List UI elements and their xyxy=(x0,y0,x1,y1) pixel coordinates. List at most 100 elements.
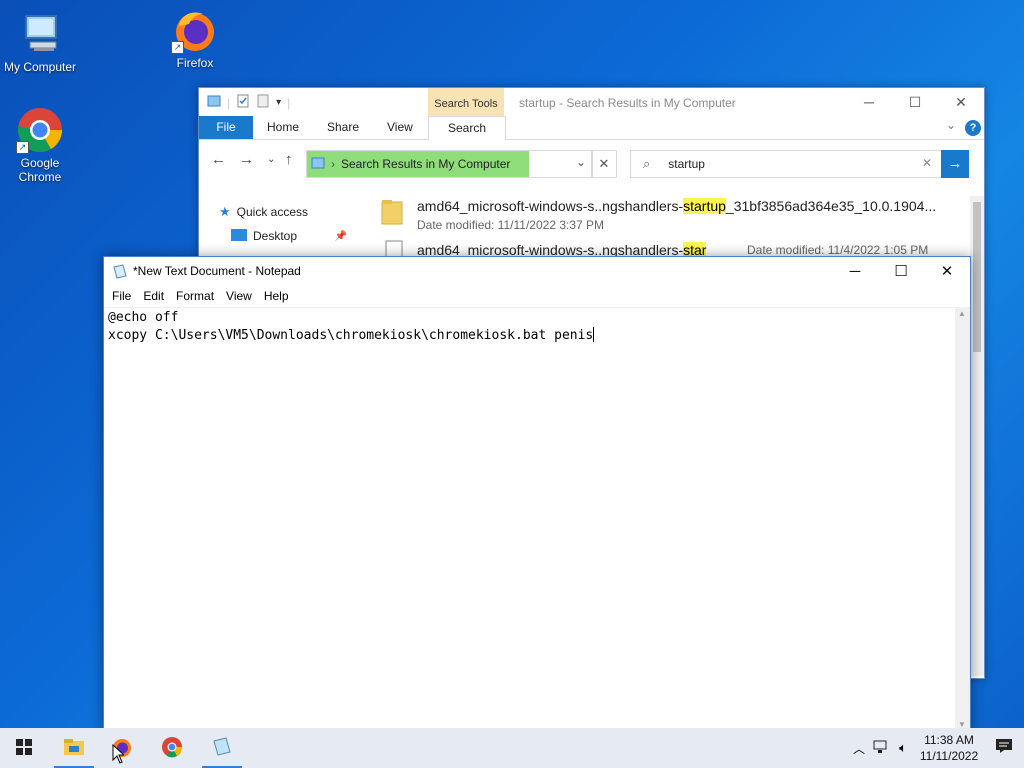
search-go-button[interactable]: → xyxy=(941,150,969,178)
up-arrow-icon[interactable]: ↑ xyxy=(285,151,293,168)
text-line: @echo off xyxy=(108,310,179,325)
back-arrow-icon[interactable]: ← xyxy=(211,151,226,168)
notepad-scrollbar[interactable]: ▲ ▼ xyxy=(955,307,970,731)
window-controls: ─ ☐ ✕ xyxy=(832,257,970,286)
nav-item-quick-access[interactable]: ★ Quick access xyxy=(219,200,369,224)
taskbar-chrome[interactable] xyxy=(148,728,196,768)
list-item[interactable]: amd64_microsoft-windows-s..ngshandlers-s… xyxy=(381,196,961,240)
result-date: Date modified: 11/11/2022 3:37 PM xyxy=(417,218,605,232)
separator: | xyxy=(287,95,291,110)
search-box[interactable]: ⌕ startup ✕ xyxy=(630,150,943,178)
tab-home[interactable]: Home xyxy=(255,116,311,139)
tab-file[interactable]: File xyxy=(199,116,253,139)
search-icon: ⌕ xyxy=(643,156,651,171)
notepad-icon xyxy=(211,736,233,760)
navigation-pane: ★ Quick access Desktop 📌 xyxy=(219,200,369,248)
notepad-menubar: File Edit Format View Help xyxy=(104,286,970,306)
notepad-window-title: *New Text Document - Notepad xyxy=(133,264,301,278)
address-dropdown-icon[interactable]: ⌄ xyxy=(576,155,586,169)
breadcrumb-chevron-icon: › xyxy=(331,157,335,171)
search-folder-icon xyxy=(311,156,325,173)
close-button[interactable]: ✕ xyxy=(924,257,970,286)
maximize-button[interactable]: ☐ xyxy=(878,257,924,286)
result-name: amd64_microsoft-windows-s..ngshandlers-s… xyxy=(417,198,937,214)
address-row: ← → ⌄ ↑ › Search Results in My Computer … xyxy=(199,140,984,180)
address-bar[interactable]: › Search Results in My Computer ⌄ xyxy=(306,150,593,178)
text-line: xcopy C:\Users\VM5\Downloads\chromekiosk… xyxy=(108,328,594,343)
taskbar-file-explorer[interactable] xyxy=(50,728,98,768)
help-icon[interactable]: ? xyxy=(965,120,981,136)
desktop-icon-google-chrome[interactable]: ↗ Google Chrome xyxy=(0,106,80,184)
nav-item-label: Desktop xyxy=(253,229,298,243)
nav-item-label: Quick access xyxy=(236,205,309,219)
tab-share[interactable]: Share xyxy=(315,116,371,139)
desktop-icon-firefox[interactable]: ↗ Firefox xyxy=(155,6,235,70)
scrollbar-thumb[interactable] xyxy=(973,202,981,352)
windows-logo-icon xyxy=(16,738,32,758)
folder-icon xyxy=(207,94,221,111)
maximize-button[interactable]: ☐ xyxy=(892,88,938,116)
recent-locations-icon[interactable]: ⌄ xyxy=(267,154,275,165)
collapse-ribbon-icon[interactable]: ⌄ xyxy=(946,118,956,132)
tab-search[interactable]: Search xyxy=(428,116,506,140)
mouse-cursor-icon xyxy=(112,743,126,767)
clock-time: 11:38 AM xyxy=(924,733,974,747)
clock[interactable]: 11:38 AM 11/11/2022 xyxy=(914,732,984,764)
properties-icon[interactable] xyxy=(236,94,250,111)
notifications-icon[interactable] xyxy=(984,738,1024,759)
clear-search-icon[interactable]: ✕ xyxy=(922,156,932,170)
close-button[interactable]: ✕ xyxy=(938,88,984,116)
start-button[interactable] xyxy=(0,728,48,768)
chrome-icon: ↗ xyxy=(16,106,64,154)
address-text: Search Results in My Computer xyxy=(341,157,511,171)
minimize-button[interactable]: ─ xyxy=(832,257,878,286)
notepad-icon xyxy=(112,264,128,283)
tab-view[interactable]: View xyxy=(375,116,425,139)
menu-edit[interactable]: Edit xyxy=(137,286,170,306)
clock-date: 11/11/2022 xyxy=(919,749,979,763)
notepad-text-area[interactable]: @echo off xcopy C:\Users\VM5\Downloads\ch… xyxy=(104,307,955,731)
stop-search-button[interactable]: ✕ xyxy=(591,150,617,178)
window-controls: ─ ☐ ✕ xyxy=(846,88,984,116)
qat-dropdown-icon[interactable]: ▾ xyxy=(276,97,281,108)
star-icon: ★ xyxy=(219,204,231,219)
explorer-scrollbar[interactable] xyxy=(970,196,984,676)
menu-file[interactable]: File xyxy=(106,286,137,306)
result-date: Date modified: 11/4/2022 1:05 PM xyxy=(747,243,929,257)
computer-icon xyxy=(16,10,64,58)
minimize-button[interactable]: ─ xyxy=(846,88,892,116)
menu-help[interactable]: Help xyxy=(258,286,295,306)
new-folder-icon[interactable] xyxy=(256,94,270,111)
explorer-window-title: startup - Search Results in My Computer xyxy=(519,96,736,110)
menu-format[interactable]: Format xyxy=(170,286,220,306)
network-icon[interactable] xyxy=(870,740,892,757)
system-tray: ︿ 🔈︎ 11:38 AM 11/11/2022 xyxy=(848,728,1024,768)
text-caret xyxy=(593,327,595,342)
notepad-titlebar[interactable]: *New Text Document - Notepad ─ ☐ ✕ xyxy=(104,257,970,286)
scroll-up-icon[interactable]: ▲ xyxy=(958,309,966,318)
folder-icon xyxy=(381,198,403,229)
notepad-window: *New Text Document - Notepad ─ ☐ ✕ File … xyxy=(103,256,971,732)
shortcut-arrow-icon: ↗ xyxy=(16,141,29,154)
desktop-icon-label: Google Chrome xyxy=(18,156,62,184)
address-bar-highlight: › Search Results in My Computer xyxy=(307,151,529,177)
pin-icon: 📌 xyxy=(334,230,347,242)
desktop-icon-label: Firefox xyxy=(176,56,214,70)
desktop-icon-my-computer[interactable]: My Computer xyxy=(0,10,80,74)
search-tools-contextual-tab: Search Tools xyxy=(428,88,504,116)
nav-item-desktop[interactable]: Desktop 📌 xyxy=(219,224,369,248)
search-input[interactable]: startup xyxy=(668,157,705,171)
file-explorer-icon xyxy=(63,738,85,759)
volume-icon[interactable]: 🔈︎ xyxy=(892,740,914,756)
taskbar: ︿ 🔈︎ 11:38 AM 11/11/2022 xyxy=(0,728,1024,768)
desktop-icon-label: My Computer xyxy=(3,60,77,74)
explorer-titlebar[interactable]: | ▾ | Search Tools startup - Search Resu… xyxy=(199,88,984,116)
shortcut-arrow-icon: ↗ xyxy=(171,41,184,54)
chrome-icon xyxy=(161,736,183,761)
menu-view[interactable]: View xyxy=(220,286,258,306)
taskbar-notepad[interactable] xyxy=(198,728,246,768)
desktop-folder-icon xyxy=(231,228,247,244)
quick-access-toolbar: | ▾ | xyxy=(207,94,290,111)
forward-arrow-icon[interactable]: → xyxy=(239,151,254,168)
show-hidden-icons-icon[interactable]: ︿ xyxy=(848,740,870,757)
